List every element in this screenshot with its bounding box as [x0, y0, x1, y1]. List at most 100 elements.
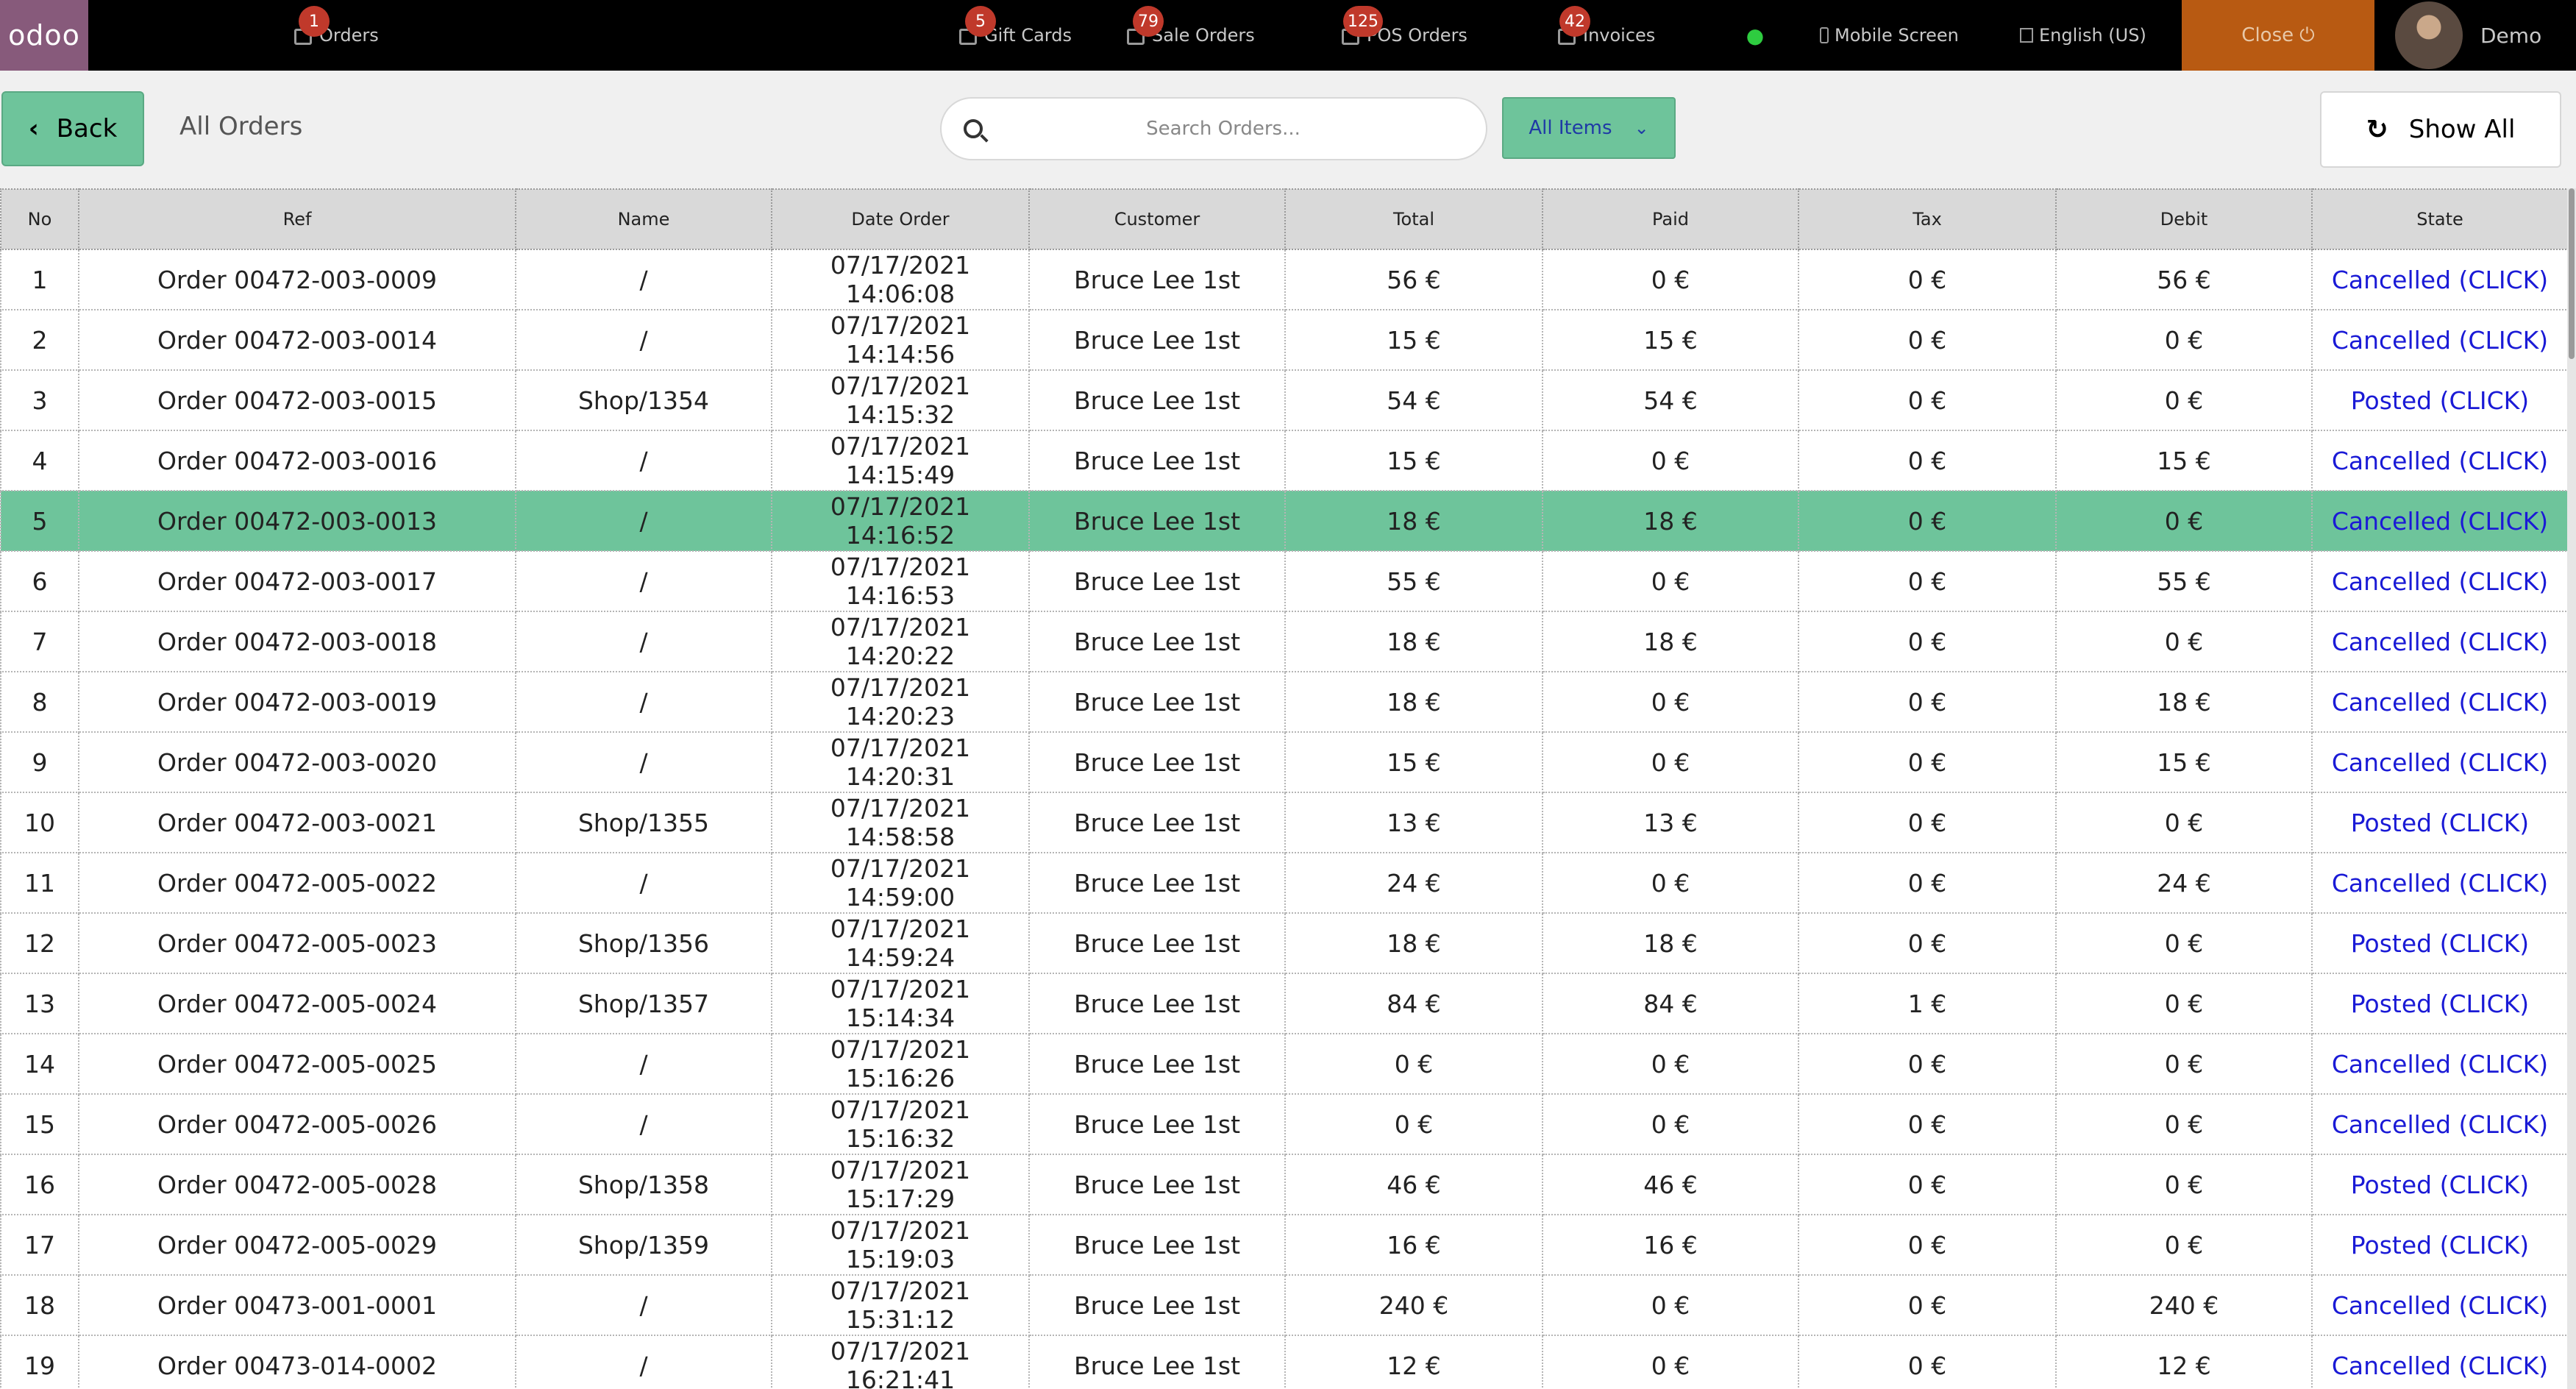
search-box[interactable]	[940, 97, 1487, 160]
table-row[interactable]: 5 Order 00472-003-0013/07/17/2021 14:16:5…	[0, 490, 2567, 552]
cell-state[interactable]: Cancelled (CLICK)	[2311, 1274, 2567, 1336]
cell-state[interactable]: Posted (CLICK)	[2311, 369, 2567, 431]
cell-paid: 84 €	[1542, 973, 1799, 1034]
mobile-screen-toggle[interactable]: Mobile Screen	[1820, 0, 1959, 71]
table-row[interactable]: 2 Order 00472-003-0014/07/17/2021 14:14:5…	[0, 309, 2567, 371]
cell-tax: 0 €	[1798, 1033, 2057, 1095]
cell-customer: Bruce Lee 1st	[1028, 309, 1286, 371]
cell-state[interactable]: Posted (CLICK)	[2311, 973, 2567, 1034]
cell-state[interactable]: Posted (CLICK)	[2311, 1214, 2567, 1276]
cell-name: /	[515, 852, 772, 914]
odoo-logo[interactable]: odoo	[0, 0, 88, 71]
cell-debit: 0 €	[2055, 611, 2313, 672]
cell-no: 15	[0, 1093, 79, 1155]
cell-state[interactable]: Cancelled (CLICK)	[2311, 309, 2567, 371]
cell-no: 13	[0, 973, 79, 1034]
cell-customer: Bruce Lee 1st	[1028, 1033, 1286, 1095]
invoices-badge: 42	[1559, 6, 1590, 37]
cell-paid: 0 €	[1542, 550, 1799, 612]
cell-tax: 0 €	[1798, 1335, 2057, 1389]
cell-state[interactable]: Cancelled (CLICK)	[2311, 852, 2567, 914]
cell-no: 5	[0, 490, 79, 552]
cell-state[interactable]: Posted (CLICK)	[2311, 1154, 2567, 1215]
table-row[interactable]: 8 Order 00472-003-0019/07/17/2021 14:20:2…	[0, 671, 2567, 733]
cell-no: 12	[0, 912, 79, 974]
cell-no: 16	[0, 1154, 79, 1215]
header-date-order[interactable]: Date Order	[771, 188, 1030, 250]
gift-cards-badge: 5	[965, 6, 996, 37]
table-row[interactable]: 12 Order 00472-005-0023 Shop/1356 07/17/202…	[0, 912, 2567, 974]
cell-date-order: 07/17/2021 16:21:41	[771, 1335, 1030, 1389]
power-icon: ⏻	[2299, 24, 2315, 46]
table-row[interactable]: 16 Order 00472-005-0028 Shop/1358 07/17/202…	[0, 1154, 2567, 1215]
cell-name: /	[515, 1033, 772, 1095]
header-tax[interactable]: Tax	[1798, 188, 2057, 250]
cell-debit: 0 €	[2055, 1033, 2313, 1095]
scrollbar-thumb[interactable]	[2569, 188, 2575, 359]
header-ref[interactable]: Ref	[78, 188, 516, 250]
cell-tax: 0 €	[1798, 369, 2057, 431]
cell-no: 10	[0, 792, 79, 853]
cell-date-order: 07/17/2021 14:58:58	[771, 792, 1030, 853]
header-state[interactable]: State	[2311, 188, 2567, 250]
table-row[interactable]: 10 Order 00472-003-0021 Shop/1355 07/17/202…	[0, 792, 2567, 853]
cell-state[interactable]: Cancelled (CLICK)	[2311, 430, 2567, 491]
header-debit[interactable]: Debit	[2055, 188, 2313, 250]
table-row[interactable]: 9 Order 00472-003-0020/07/17/2021 14:20:3…	[0, 731, 2567, 793]
table-row[interactable]: 18 Order 00473-001-0001/07/17/2021 15:31:…	[0, 1274, 2567, 1336]
cell-no: 4	[0, 430, 79, 491]
cell-state[interactable]: Cancelled (CLICK)	[2311, 671, 2567, 733]
nav-gift-cards-label: Gift Cards	[984, 25, 1072, 46]
table-row[interactable]: 7 Order 00472-003-0018/07/17/2021 14:20:2…	[0, 611, 2567, 672]
cell-state[interactable]: Posted (CLICK)	[2311, 792, 2567, 853]
cell-state[interactable]: Posted (CLICK)	[2311, 912, 2567, 974]
cell-state[interactable]: Cancelled (CLICK)	[2311, 1093, 2567, 1155]
header-no[interactable]: No	[0, 188, 79, 250]
table-row[interactable]: 6 Order 00472-003-0017/07/17/2021 14:16:5…	[0, 550, 2567, 612]
cell-state[interactable]: Cancelled (CLICK)	[2311, 611, 2567, 672]
table-row[interactable]: 15 Order 00472-005-0026/07/17/2021 15:16:…	[0, 1093, 2567, 1155]
cell-total: 13 €	[1284, 792, 1543, 853]
table-scrollbar[interactable]	[2567, 188, 2576, 1389]
cell-state[interactable]: Cancelled (CLICK)	[2311, 731, 2567, 793]
back-button[interactable]: ‹ Back	[1, 91, 144, 166]
table-row[interactable]: 11 Order 00472-005-0022/07/17/2021 14:59:…	[0, 852, 2567, 914]
cell-state[interactable]: Cancelled (CLICK)	[2311, 249, 2567, 310]
avatar[interactable]	[2395, 1, 2463, 69]
cell-total: 0 €	[1284, 1033, 1543, 1095]
cell-state[interactable]: Cancelled (CLICK)	[2311, 490, 2567, 552]
cell-name: /	[515, 550, 772, 612]
cell-debit: 18 €	[2055, 671, 2313, 733]
search-input[interactable]	[983, 118, 1464, 140]
header-customer[interactable]: Customer	[1028, 188, 1286, 250]
cell-tax: 0 €	[1798, 430, 2057, 491]
header-total[interactable]: Total	[1284, 188, 1543, 250]
cell-customer: Bruce Lee 1st	[1028, 611, 1286, 672]
table-row[interactable]: 19 Order 00473-014-0002/07/17/2021 16:21:…	[0, 1335, 2567, 1389]
language-selector[interactable]: English (US)	[2020, 0, 2146, 71]
cell-no: 6	[0, 550, 79, 612]
cell-ref: Order 00472-003-0016	[78, 430, 516, 491]
cell-no: 2	[0, 309, 79, 371]
cell-total: 18 €	[1284, 490, 1543, 552]
cell-date-order: 07/17/2021 14:16:52	[771, 490, 1030, 552]
table-row[interactable]: 17 Order 00472-005-0029 Shop/1359 07/17/202…	[0, 1214, 2567, 1276]
table-row[interactable]: 1 Order 00472-003-0009/07/17/2021 14:06:0…	[0, 249, 2567, 310]
filter-dropdown[interactable]: All Items ⌄	[1502, 97, 1676, 159]
header-name[interactable]: Name	[515, 188, 772, 250]
show-all-button[interactable]: ↻ Show All	[2320, 91, 2561, 168]
table-row[interactable]: 3 Order 00472-003-0015 Shop/1354 07/17/2021…	[0, 369, 2567, 431]
username[interactable]: Demo	[2480, 0, 2541, 71]
cell-total: 18 €	[1284, 671, 1543, 733]
cell-customer: Bruce Lee 1st	[1028, 249, 1286, 310]
header-paid[interactable]: Paid	[1542, 188, 1799, 250]
cell-state[interactable]: Cancelled (CLICK)	[2311, 550, 2567, 612]
table-row[interactable]: 14 Order 00472-005-0025/07/17/2021 15:16:…	[0, 1033, 2567, 1095]
table-row[interactable]: 13 Order 00472-005-0024 Shop/1357 07/17/202…	[0, 973, 2567, 1034]
table-row[interactable]: 4 Order 00472-003-0016/07/17/2021 14:15:4…	[0, 430, 2567, 491]
cell-customer: Bruce Lee 1st	[1028, 792, 1286, 853]
cell-state[interactable]: Cancelled (CLICK)	[2311, 1033, 2567, 1095]
cell-tax: 0 €	[1798, 912, 2057, 974]
close-session-button[interactable]: Close ⏻	[2182, 0, 2374, 71]
cell-state[interactable]: Cancelled (CLICK)	[2311, 1335, 2567, 1389]
